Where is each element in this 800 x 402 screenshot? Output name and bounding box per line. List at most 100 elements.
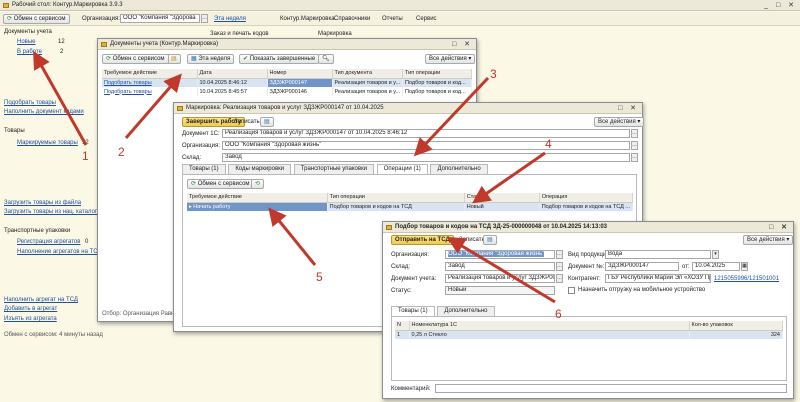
col-action[interactable]: Требуемое действие [102, 69, 198, 79]
docs-footer-filter: Отбор: Организация Равно [102, 311, 178, 317]
sidebar-add-aggregate[interactable]: Добавить в агрегат [4, 305, 57, 313]
tsd-window-controls[interactable]: □ ✕ [769, 222, 790, 232]
counterparty-field[interactable]: ГБУ Республики Марий Эл «ХОЗУ Правительс [605, 274, 711, 283]
tsd-doc-field[interactable]: Реализация товаров и услуг ЗДЗЖР000147 о… [445, 274, 555, 283]
doc1c-open-button[interactable]: … [631, 129, 638, 138]
docs-window-controls[interactable]: □ ✕ [452, 39, 473, 49]
tsd-col-name[interactable]: Номенклатура 1С [409, 321, 690, 331]
ops-refresh-button[interactable]: ⟲ [251, 179, 265, 189]
main-period-link[interactable]: Эта неделя [214, 15, 246, 23]
main-org-field[interactable]: ООО "Компания "Здорова [120, 14, 200, 23]
sidebar-marked-goods[interactable]: Маркируемые товары [17, 139, 78, 147]
ops-row-operation: Подбор товаров и кодов на ТСД ... [539, 202, 634, 211]
table-row[interactable]: Подобрать товары 10.04.2025 8:46:12 ЗДЗЖ… [102, 78, 472, 87]
sidebar-remove-aggregate[interactable]: Изъять из агрегата [4, 315, 57, 323]
sidebar-reg-aggregates[interactable]: Регистрация агрегатов [17, 238, 80, 246]
tsd-warehouse-select-button[interactable]: … [556, 262, 563, 271]
docs-create-button[interactable]: ▤ [167, 54, 181, 64]
table-row[interactable]: ▸ Начать работу Подбор товаров и кодов н… [187, 202, 634, 211]
org-select-button[interactable]: … [631, 141, 638, 150]
tsd-col-qty[interactable]: Кол-во упаковок [689, 321, 783, 331]
section-marking: Маркировка [318, 31, 352, 37]
main-menu-references[interactable]: Справочники [334, 15, 370, 23]
docs-show-done-button[interactable]: ✔ Показать завершенные [239, 54, 320, 64]
docs-search-button[interactable]: 🔍︎ [318, 54, 334, 64]
docno-field[interactable]: ЗДЗЖР000147 [605, 262, 679, 271]
col-optype[interactable]: Тип операции [402, 69, 472, 79]
tsd-row-qty: 324 [689, 330, 783, 339]
sidebar-load-catalog[interactable]: Загрузить товары из нац. каталога [4, 208, 100, 216]
main-org-select-button[interactable]: … [201, 14, 208, 23]
main-title: Рабочий стол: Контур.Маркировка 3.9.3 [12, 2, 123, 8]
warehouse-field[interactable]: Завод [222, 153, 630, 162]
main-menu-kontur[interactable]: Контур.Маркировка [280, 15, 335, 23]
ops-col-status[interactable]: Статус [464, 193, 540, 203]
sidebar-fill-doc[interactable]: Наполнить документ кодами [4, 108, 84, 116]
tsd-row-n: 1 [395, 330, 410, 339]
ops-col-action[interactable]: Требуемое действие [187, 193, 328, 203]
comment-label: Комментарий: [391, 386, 431, 392]
product-kind-select-button[interactable]: ▾ [712, 250, 719, 259]
col-number[interactable]: Номер [267, 69, 333, 79]
tsd-org-label: Организация: [391, 252, 429, 258]
marking-window-controls[interactable]: □ ✕ [618, 103, 639, 113]
ops-col-operation[interactable]: Операция [539, 193, 634, 203]
marking-print-button[interactable]: ▤ [260, 117, 274, 127]
tab-transport[interactable]: Транспортные упаковки [293, 164, 375, 174]
date-picker-button[interactable]: ▦ [741, 262, 748, 271]
sidebar-fill-aggregates[interactable]: Наполнение агрегатов на ТСД [17, 248, 102, 256]
row-action-link[interactable]: Подобрать товары [102, 78, 198, 87]
tab-tsd-additional[interactable]: Дополнительно [437, 306, 495, 316]
col-date[interactable]: Дата [197, 69, 268, 79]
tsd-save-button[interactable]: Записать [459, 236, 485, 244]
tsd-warehouse-field[interactable]: Завод [445, 262, 555, 271]
exchange-status: Обмен с сервисом: 4 минуты назад [4, 332, 103, 338]
mobile-checkbox[interactable] [568, 287, 575, 294]
ops-exchange-button[interactable]: ⟳ Обмен с сервисом [187, 179, 254, 189]
docs-all-actions-button[interactable]: Все действия ▾ [425, 54, 476, 64]
table-row[interactable]: 1 0,25 л Стекло 324 [395, 330, 783, 339]
table-row[interactable]: Подобрать товары 10.04.2025 8:45:57 ЗДЗЖ… [102, 87, 472, 96]
comment-field[interactable] [435, 384, 787, 393]
product-kind-field[interactable]: Вода [605, 250, 711, 259]
counterparty-inn-link[interactable]: 1215055996/121501001 [714, 275, 779, 283]
docs-exchange-button[interactable]: ⟳ Обмен с сервисом [102, 54, 169, 64]
tsd-doc-select-button[interactable]: … [556, 274, 563, 283]
warehouse-select-button[interactable]: … [631, 153, 638, 162]
tab-codes[interactable]: Коды маркировки [228, 164, 292, 174]
tsd-titlebar: Подбор товаров и кодов на ТСД ЗД-25-0000… [383, 222, 793, 233]
window-controls[interactable]: _ □ ✕ [764, 0, 797, 10]
ops-col-optype[interactable]: Тип операции [327, 193, 465, 203]
doc1c-field[interactable]: Реализация товаров и услуг ЗДЗЖР000147 о… [222, 129, 630, 138]
tsd-tabs: Товары (1) Дополнительно [391, 306, 691, 317]
date-field[interactable]: 10.04.2025 [692, 262, 740, 271]
marking-save-button[interactable]: Записать [234, 118, 260, 126]
main-exchange-button[interactable]: ⟳ Обмен с сервисом [3, 14, 70, 24]
tab-additional[interactable]: Дополнительно [430, 164, 488, 174]
ops-row-optype: Подбор товаров и кодов на ТСД [327, 202, 465, 211]
docs-period-button[interactable]: ▦ Эта неделя [187, 54, 235, 64]
sidebar-new-docs[interactable]: Новые [17, 38, 36, 46]
docno-label: Документ №: [568, 264, 605, 270]
tsd-print-button[interactable]: ▤ [483, 235, 497, 245]
sidebar-fill-tsd[interactable]: Наполнить агрегат на ТСД [4, 296, 78, 304]
send-to-tsd-button[interactable]: Отправить на ТСД [391, 235, 454, 245]
tsd-all-actions-button[interactable]: Все действия ▾ [743, 235, 794, 245]
row-action-link[interactable]: Подобрать товары [102, 87, 198, 96]
tsd-warehouse-label: Склад: [391, 264, 411, 270]
ops-row-action[interactable]: ▸ Начать работу [187, 202, 328, 211]
sidebar-select-goods[interactable]: Подобрать товары [4, 99, 56, 107]
sidebar-load-file[interactable]: Загрузить товары из файла [4, 199, 81, 207]
col-doctype[interactable]: Тип документа [332, 69, 404, 79]
checkmark-icon: ✔ [243, 56, 249, 62]
marking-all-actions-button[interactable]: Все действия ▾ [594, 117, 645, 127]
tab-goods[interactable]: Товары (1) [182, 164, 226, 174]
tsd-org-field[interactable]: ООО "Компания "Здоровая жизнь" [445, 250, 555, 259]
tsd-col-n[interactable]: N [395, 321, 410, 331]
sidebar-inwork-docs[interactable]: В работе [17, 48, 42, 56]
tsd-org-select-button[interactable]: … [556, 250, 563, 259]
marking-tabs: Товары (1) Коды маркировки Транспортные … [182, 164, 642, 175]
org-field[interactable]: ООО "Компания "Здоровая жизнь" [222, 141, 630, 150]
main-menu-service[interactable]: Сервис [416, 15, 437, 23]
main-menu-reports[interactable]: Отчеты [382, 15, 403, 23]
